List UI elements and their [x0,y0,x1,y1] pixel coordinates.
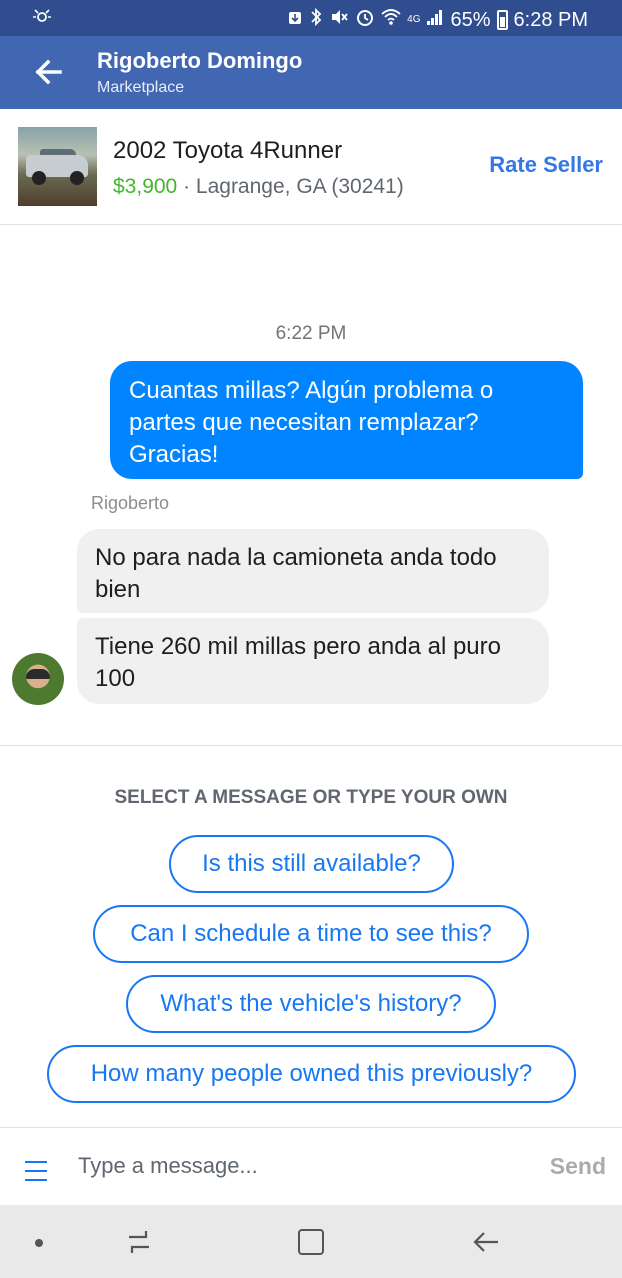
android-download-icon [287,8,303,32]
incoming-message[interactable]: No para nada la camioneta anda todo bien [77,529,549,613]
message-input[interactable] [76,1146,516,1186]
battery-icon [496,10,508,30]
menu-icon[interactable] [25,1161,47,1183]
sender-name: Rigoberto [91,493,170,513]
nav-dot-icon[interactable] [35,1239,43,1247]
listing-title[interactable]: 2002 Toyota 4Runner [113,137,342,165]
message-timestamp: 6:22 PM [275,323,347,344]
incoming-message[interactable]: Tiene 260 mil millas pero anda al puro 1… [77,618,549,704]
home-icon[interactable] [298,1229,324,1255]
listing-price: $3,900 [113,175,178,198]
suggestions-heading: SELECT A MESSAGE OR TYPE YOUR OWN [114,787,508,808]
listing-card[interactable]: 2002 Toyota 4Runner $3,900 · Lagrange, G… [0,109,622,225]
network-type: 4G [407,14,421,25]
status-time: 6:28 PM [513,9,588,31]
suggestion-chip[interactable]: How many people owned this previously? [47,1045,576,1103]
suggestion-chip[interactable]: What's the vehicle's history? [126,975,496,1033]
back-arrow-icon[interactable] [30,54,66,90]
avatar[interactable] [12,653,64,705]
suggestion-chip[interactable]: Is this still available? [169,835,454,893]
meta-separator: · [177,175,196,198]
back-nav-icon[interactable] [470,1227,502,1257]
listing-thumbnail[interactable] [18,127,97,206]
signal-icon [426,8,444,32]
mute-icon [329,7,349,33]
send-button[interactable]: Send [550,1153,606,1180]
status-icons: 4G 65% 6:28 PM [287,7,588,33]
rate-seller-button[interactable]: Rate Seller [489,152,603,178]
conversation-header: Rigoberto Domingo Marketplace [0,36,622,109]
header-subtitle: Marketplace [97,79,185,96]
hotspot-icon [30,6,54,34]
alarm-icon [355,7,375,33]
system-nav-bar [0,1205,622,1278]
listing-location: Lagrange, GA (30241) [195,175,404,198]
outgoing-message[interactable]: Cuantas millas? Algún problema o partes … [110,361,583,479]
message-composer: Send [0,1127,622,1205]
recent-apps-icon[interactable] [124,1227,154,1257]
suggestion-chip[interactable]: Can I schedule a time to see this? [93,905,529,963]
battery-percent: 65% [450,9,491,31]
divider [0,745,622,746]
bluetooth-icon [309,7,323,33]
status-bar: 4G 65% 6:28 PM [0,0,622,36]
listing-meta: $3,900 · Lagrange, GA (30241) [113,175,404,199]
wifi-icon [381,8,401,32]
contact-name[interactable]: Rigoberto Domingo [97,48,302,74]
